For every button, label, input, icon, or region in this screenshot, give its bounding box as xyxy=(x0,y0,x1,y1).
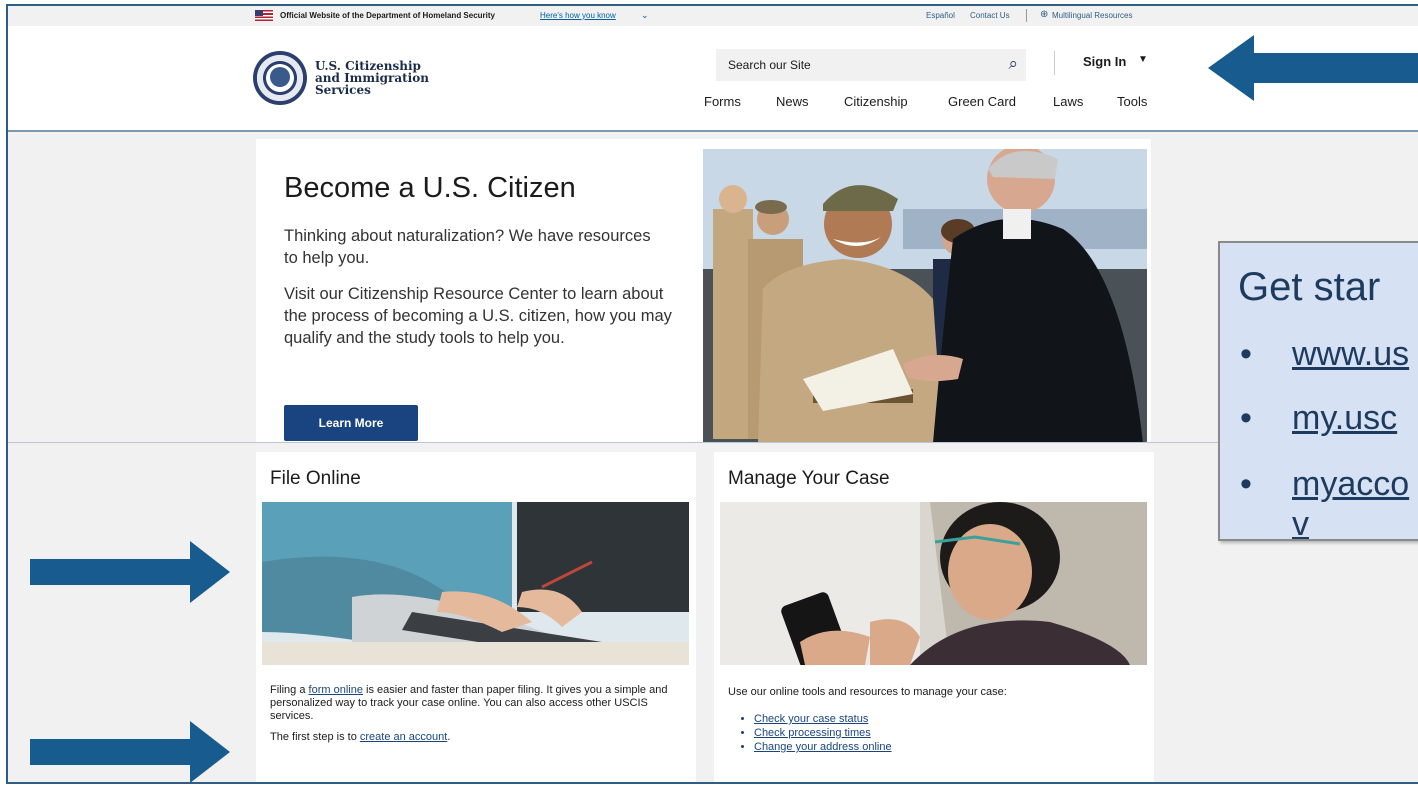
processing-times-link[interactable]: Check processing times xyxy=(754,727,871,739)
list-item: Check your case status xyxy=(754,712,892,726)
official-website-text: Official Website of the Department of Ho… xyxy=(280,11,495,20)
manage-case-links: Check your case status Check processing … xyxy=(736,712,892,754)
callout-wrap: v xyxy=(1292,505,1309,539)
hero-paragraph: Thinking about naturalization? We have r… xyxy=(284,227,651,267)
search-placeholder: Search our Site xyxy=(728,58,811,72)
site-header: U.S. Citizenship and Immigration Service… xyxy=(8,26,1418,132)
caret-down-icon[interactable]: ▼ xyxy=(1138,54,1148,65)
get-started-callout: Get star • www.us • my.usc • myacco v xyxy=(1218,241,1418,541)
section-divider xyxy=(8,442,1418,443)
browser-frame: Official Website of the Department of Ho… xyxy=(6,4,1418,784)
arrow-left-icon xyxy=(1208,35,1418,101)
woman-phone-photo xyxy=(720,502,1147,665)
nav-forms[interactable]: Forms xyxy=(704,94,741,109)
nav-laws[interactable]: Laws xyxy=(1053,94,1083,109)
text: . xyxy=(447,731,451,743)
search-icon[interactable]: ⌕ xyxy=(1008,54,1018,74)
gov-banner: Official Website of the Department of Ho… xyxy=(8,6,1418,26)
text: The first step is to xyxy=(270,731,360,743)
sign-in-button[interactable]: Sign In xyxy=(1083,54,1126,69)
callout-item: • www.us xyxy=(1240,335,1409,374)
create-account-link[interactable]: create an account xyxy=(360,731,447,743)
nav-news[interactable]: News xyxy=(776,94,809,109)
arrow-right-icon xyxy=(30,541,230,603)
arrow-right-icon xyxy=(30,721,230,782)
phone-illustration xyxy=(720,502,1147,665)
brand-line: Services xyxy=(315,83,371,97)
form-online-link[interactable]: form online xyxy=(309,684,363,696)
file-online-card: File Online Filing a form online is easi… xyxy=(256,452,696,782)
seal-emblem xyxy=(270,67,290,87)
manage-case-card: Manage Your Case Use our online tools an… xyxy=(714,452,1154,782)
agency-name[interactable]: U.S. Citizenship and Immigration Service… xyxy=(315,60,429,96)
us-flag-icon xyxy=(255,10,273,21)
bullet: • xyxy=(1240,465,1252,503)
wrapped-link-text[interactable]: v xyxy=(1292,505,1309,539)
divider xyxy=(1026,9,1027,22)
bullet: • xyxy=(1240,335,1252,373)
multilingual-resources-link[interactable]: Multilingual Resources xyxy=(1052,11,1132,20)
bullet: • xyxy=(1240,399,1252,437)
divider xyxy=(1054,51,1055,75)
callout-title: Get star xyxy=(1238,265,1381,309)
contact-us-link[interactable]: Contact Us xyxy=(970,11,1010,20)
laptop-illustration xyxy=(262,502,689,665)
nav-green-card[interactable]: Green Card xyxy=(948,94,1016,109)
case-status-link[interactable]: Check your case status xyxy=(754,713,868,725)
hero-paragraph: Visit our Citizenship Resource Center to… xyxy=(284,285,672,347)
list-item: Check processing times xyxy=(754,726,892,740)
laptop-typing-photo xyxy=(262,502,689,665)
ceremony-illustration xyxy=(703,149,1147,443)
hero-title: Become a U.S. Citizen xyxy=(284,172,576,204)
callout-item: • my.usc xyxy=(1240,399,1397,438)
card-title: Manage Your Case xyxy=(728,468,890,489)
my-uscis-link[interactable]: my.usc xyxy=(1292,399,1397,437)
learn-more-button[interactable]: Learn More xyxy=(284,405,418,441)
card-title: File Online xyxy=(270,468,361,489)
uscis-seal-logo[interactable] xyxy=(253,51,307,105)
manage-case-intro: Use our online tools and resources to ma… xyxy=(728,686,1007,698)
globe-icon: ⊕ xyxy=(1040,9,1049,20)
uscis-gov-link[interactable]: www.us xyxy=(1292,335,1409,373)
how-you-know-link[interactable]: Here's how you know xyxy=(540,11,616,20)
callout-item: • myacco xyxy=(1240,465,1409,504)
myaccount-link[interactable]: myacco xyxy=(1292,465,1409,503)
naturalization-ceremony-photo xyxy=(703,149,1147,443)
hero-section: Become a U.S. Citizen Thinking about nat… xyxy=(256,139,1151,443)
file-online-description: Filing a form online is easier and faste… xyxy=(270,684,690,744)
chevron-down-icon[interactable]: ⌄ xyxy=(641,10,649,21)
nav-tools[interactable]: Tools xyxy=(1117,94,1147,109)
change-address-link[interactable]: Change your address online xyxy=(754,741,892,753)
text: Filing a xyxy=(270,684,309,696)
search-input[interactable]: Search our Site ⌕ xyxy=(716,49,1026,81)
nav-citizenship[interactable]: Citizenship xyxy=(844,94,908,109)
list-item: Change your address online xyxy=(754,740,892,754)
first-step-line: The first step is to create an account. xyxy=(270,731,690,744)
espanol-link[interactable]: Español xyxy=(926,11,955,20)
